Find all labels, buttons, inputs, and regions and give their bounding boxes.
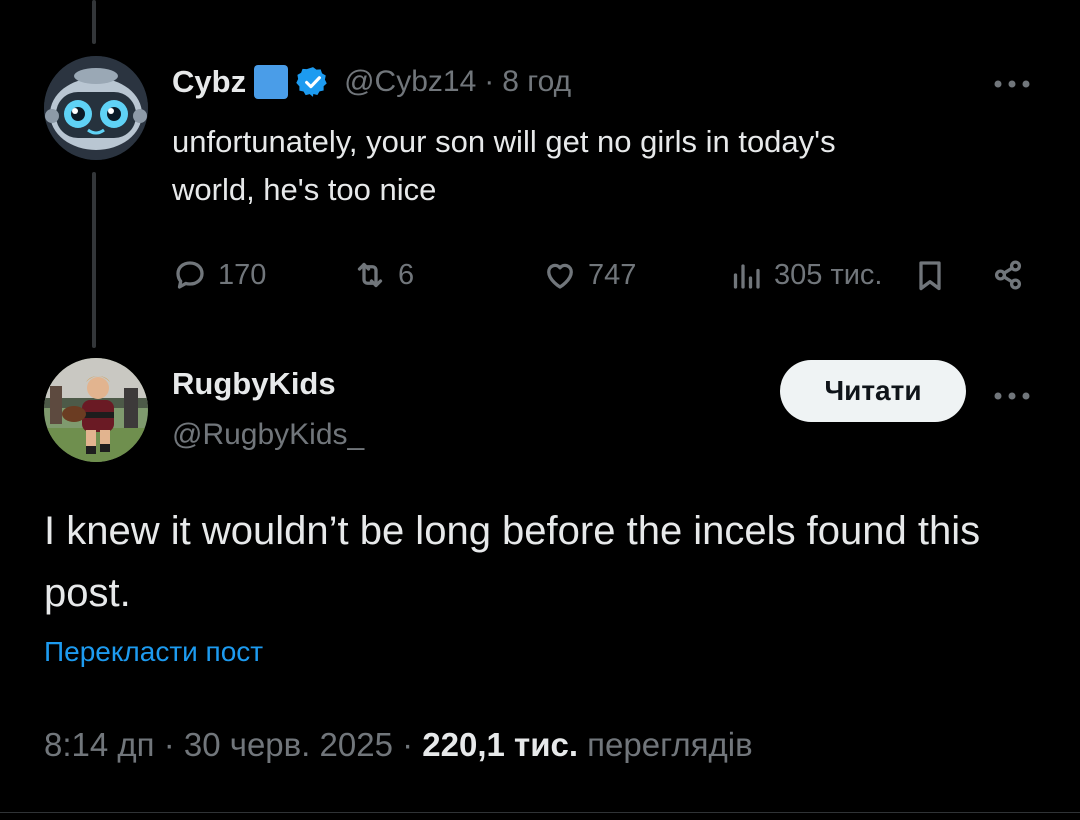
parent-more-button[interactable] <box>990 64 1034 103</box>
view-count: 305 тис. <box>774 258 883 291</box>
thread-line-connector <box>92 172 96 348</box>
reply-bubble-icon <box>176 261 204 289</box>
parent-handle[interactable]: @Cybz14 <box>344 65 476 99</box>
parent-text-line-1: unfortunately, your son will get no girl… <box>172 124 836 159</box>
main-avatar[interactable] <box>44 358 148 462</box>
views-action[interactable]: 305 тис. <box>728 248 882 302</box>
share-action[interactable] <box>990 248 1026 302</box>
post-time[interactable]: 8:14 дп <box>44 726 155 763</box>
reply-action[interactable]: 170 <box>172 248 266 302</box>
like-action[interactable]: 747 <box>542 248 636 302</box>
main-handle[interactable]: @RugbyKids_ <box>172 418 364 452</box>
like-count: 747 <box>588 258 637 291</box>
rugby-player-photo <box>44 358 148 462</box>
repost-icon <box>357 262 383 288</box>
parent-display-name[interactable]: Cybz <box>172 64 246 100</box>
heart-icon <box>547 263 573 289</box>
main-more-button[interactable] <box>990 376 1034 415</box>
main-post-text: I knew it wouldn’t be long before the in… <box>44 509 981 615</box>
post-date[interactable]: 30 черв. 2025 <box>184 726 393 763</box>
analytics-bars-icon <box>733 264 760 289</box>
repost-count: 6 <box>398 258 415 291</box>
ellipsis-icon <box>994 392 1030 400</box>
share-icon <box>994 260 1022 290</box>
robot-avatar-icon <box>44 56 148 160</box>
reply-count: 170 <box>218 258 267 291</box>
bottom-divider <box>0 812 1080 813</box>
blue-square-emoji-icon <box>254 65 289 99</box>
parent-avatar[interactable] <box>44 56 148 160</box>
meta-separator-2: · <box>402 726 414 763</box>
main-display-name[interactable]: RugbyKids <box>172 366 336 402</box>
parent-separator: · <box>484 65 495 98</box>
translate-post-link[interactable]: Перекласти пост <box>44 636 263 668</box>
parent-text-line-2: world, he's too nice <box>172 172 437 207</box>
meta-separator-1: · <box>163 726 175 763</box>
post-metadata: 8:14 дп · 30 черв. 2025 · 220,1 тис. пер… <box>44 726 753 764</box>
verified-badge-icon <box>296 67 327 97</box>
thread-line-top <box>92 0 96 44</box>
parent-header: Cybz @Cybz14 · 8 год <box>172 64 571 100</box>
parent-time[interactable]: 8 год <box>502 65 571 99</box>
parent-post-text: unfortunately, your son will get no girl… <box>172 118 836 214</box>
views-label: переглядів <box>587 726 753 763</box>
repost-action[interactable]: 6 <box>352 248 414 302</box>
views-value: 220,1 тис. <box>422 726 578 763</box>
follow-button[interactable]: Читати <box>780 360 966 422</box>
bookmark-icon <box>919 261 941 291</box>
ellipsis-icon <box>994 80 1030 88</box>
bookmark-action[interactable] <box>912 248 948 302</box>
